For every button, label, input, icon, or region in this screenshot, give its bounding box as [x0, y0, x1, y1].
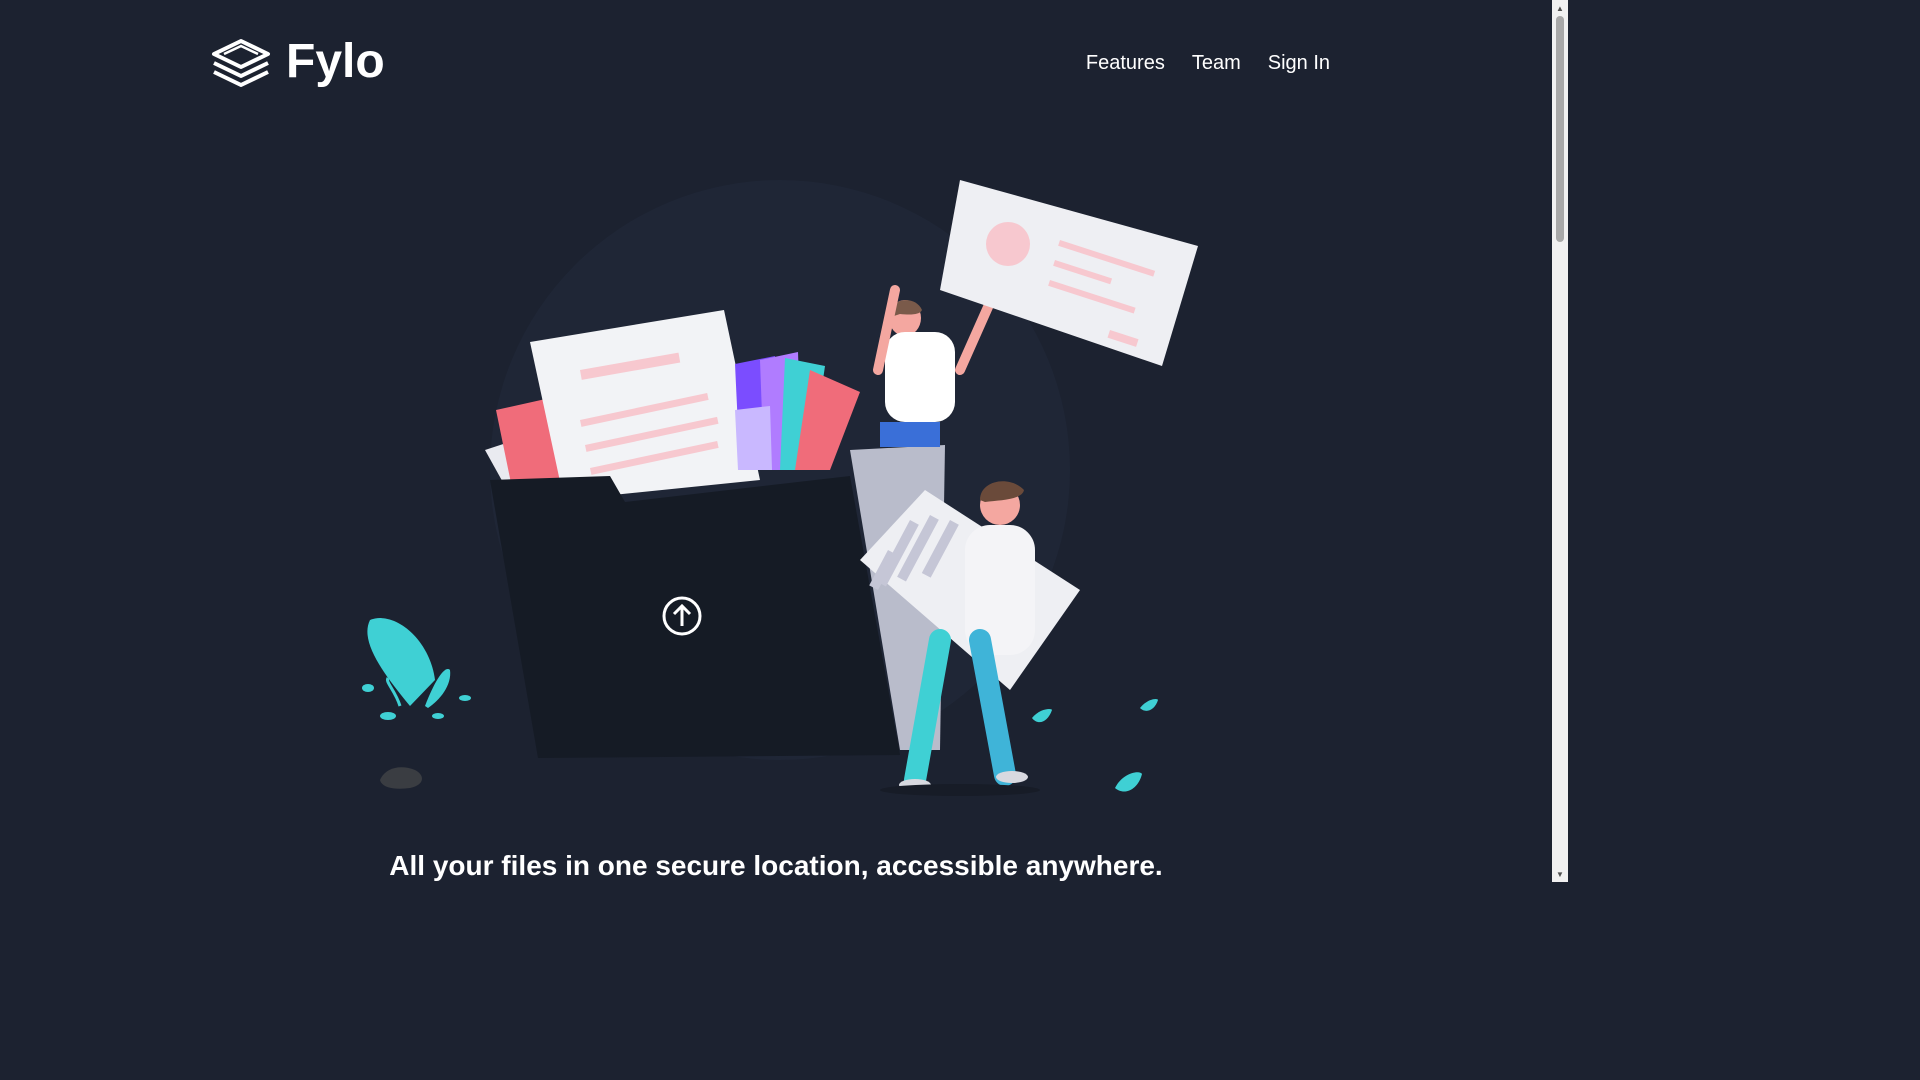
nav-team-link[interactable]: Team — [1192, 48, 1241, 78]
upload-folder — [490, 476, 900, 758]
vertical-scrollbar[interactable]: ▲ ▼ — [1552, 0, 1568, 882]
hero-illustration — [340, 170, 1220, 810]
brand-name: Fylo — [286, 35, 385, 88]
scroll-down-icon[interactable]: ▼ — [1552, 866, 1568, 882]
scroll-up-icon[interactable]: ▲ — [1552, 0, 1568, 16]
nav-sign-in-link[interactable]: Sign In — [1268, 48, 1330, 78]
landing-page: Fylo Features Team Sign In All your file… — [0, 0, 1552, 882]
main-nav: Features Team Sign In — [1086, 48, 1330, 78]
stacked-layers-icon — [210, 37, 272, 87]
hero-headline: All your files in one secure location, a… — [389, 849, 1163, 881]
scrollbar-thumb[interactable] — [1556, 16, 1564, 242]
brand-logo[interactable]: Fylo — [210, 32, 385, 92]
plant-left — [362, 618, 471, 789]
site-header: Fylo Features Team Sign In — [210, 32, 1330, 96]
nav-features-link[interactable]: Features — [1086, 48, 1165, 78]
